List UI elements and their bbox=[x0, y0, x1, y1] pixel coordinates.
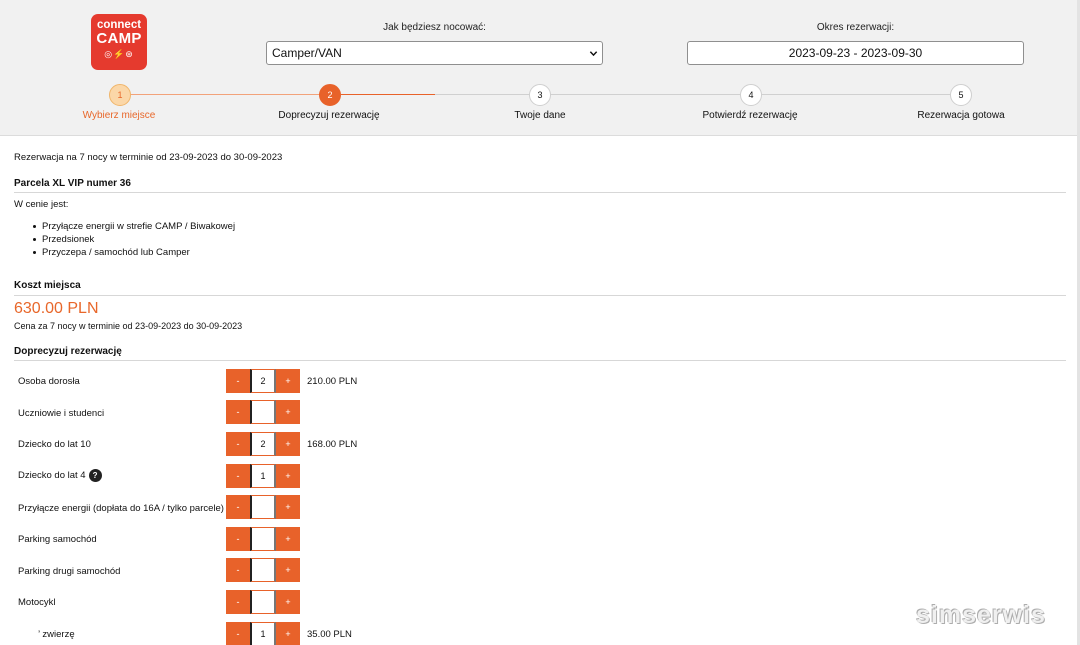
watermark: simserwis bbox=[916, 601, 1046, 629]
accommodation-label: Jak będziesz nocować: bbox=[383, 22, 486, 33]
booking-header: connect CAMP ◎⚡⊛ Jak będziesz nocować: C… bbox=[0, 0, 1078, 136]
quantity-stepper-child-4: - + bbox=[226, 464, 300, 488]
connect-camp-logo[interactable]: connect CAMP ◎⚡⊛ bbox=[91, 14, 147, 70]
row-label-students: Uczniowie i studenci bbox=[18, 408, 105, 419]
quantity-stepper-power: - + bbox=[226, 495, 300, 519]
decrement-button[interactable]: - bbox=[226, 590, 250, 614]
decrement-button[interactable]: - bbox=[226, 495, 250, 519]
row-price-child-10: 168.00 PLN bbox=[307, 439, 358, 450]
step-5-circle: 5 bbox=[950, 84, 972, 106]
row-price-pet: 35.00 PLN bbox=[307, 629, 352, 640]
row-label-child-4: Dziecko do lat 4? bbox=[18, 469, 102, 482]
increment-button[interactable]: + bbox=[276, 622, 300, 645]
row-label-motorcycle: Motocykl bbox=[18, 597, 56, 608]
decrement-button[interactable]: - bbox=[226, 622, 250, 645]
stepper-line-pending bbox=[435, 94, 960, 95]
quantity-input[interactable] bbox=[250, 622, 276, 645]
list-item: Przyłącze energii w strefie CAMP / Biwak… bbox=[33, 220, 235, 233]
increment-button[interactable]: + bbox=[276, 558, 300, 582]
quantity-stepper-parking-second: - + bbox=[226, 558, 300, 582]
decrement-button[interactable]: - bbox=[226, 527, 250, 551]
chevron-down-icon bbox=[589, 51, 598, 57]
quantity-stepper-motorcycle: - + bbox=[226, 590, 300, 614]
list-item: Przedsionek bbox=[33, 233, 235, 246]
step-4-circle: 4 bbox=[740, 84, 762, 106]
included-label: W cenie jest: bbox=[14, 199, 69, 210]
row-label-parking: Parking samochód bbox=[18, 534, 97, 545]
increment-button[interactable]: + bbox=[276, 400, 300, 424]
step-4-label: Potwierdź rezerwację bbox=[702, 110, 798, 121]
included-list: Przyłącze energii w strefie CAMP / Biwak… bbox=[33, 220, 235, 259]
pitch-title: Parcela XL VIP numer 36 bbox=[14, 178, 131, 189]
step-1-label[interactable]: Wybierz miejsce bbox=[19, 110, 219, 121]
accommodation-selected-value: Camper/VAN bbox=[272, 46, 342, 60]
increment-button[interactable]: + bbox=[276, 464, 300, 488]
quantity-stepper-students: - + bbox=[226, 400, 300, 424]
quantity-input[interactable] bbox=[250, 590, 276, 614]
reservation-summary: Rezerwacja na 7 nocy w terminie od 23-09… bbox=[14, 152, 283, 163]
divider bbox=[14, 295, 1066, 296]
quantity-input[interactable] bbox=[250, 369, 276, 393]
quantity-stepper-parking: - + bbox=[226, 527, 300, 551]
list-item: Przyczepa / samochód lub Camper bbox=[33, 246, 235, 259]
quantity-stepper-adult: - + bbox=[226, 369, 300, 393]
row-label-parking-second: Parking drugi samochód bbox=[18, 566, 121, 577]
row-label-text: Dziecko do lat 4 bbox=[18, 470, 86, 482]
decrement-button[interactable]: - bbox=[226, 558, 250, 582]
row-label-child-10: Dziecko do lat 10 bbox=[18, 439, 91, 450]
period-label: Okres rezerwacji: bbox=[816, 22, 895, 33]
quantity-input[interactable] bbox=[250, 400, 276, 424]
period-date-range-input[interactable]: 2023-09-23 - 2023-09-30 bbox=[687, 41, 1024, 65]
step-1-circle[interactable]: 1 bbox=[109, 84, 131, 106]
increment-button[interactable]: + bbox=[276, 369, 300, 393]
step-2-label: Doprecyzuj rezerwację bbox=[278, 110, 380, 121]
increment-button[interactable]: + bbox=[276, 432, 300, 456]
refine-title: Doprecyzuj rezerwację bbox=[14, 346, 122, 357]
stepper-line-progress bbox=[341, 94, 435, 95]
quantity-stepper-child-10: - + bbox=[226, 432, 300, 456]
increment-button[interactable]: + bbox=[276, 527, 300, 551]
stepper-line-completed bbox=[130, 94, 320, 95]
divider bbox=[14, 192, 1066, 193]
logo-icons: ◎⚡⊛ bbox=[104, 49, 134, 59]
quantity-input[interactable] bbox=[250, 527, 276, 551]
row-label-pet: ’ zwierzę bbox=[38, 629, 75, 640]
step-3-label: Twoje dane bbox=[514, 110, 566, 121]
accommodation-select[interactable]: Camper/VAN bbox=[266, 41, 603, 65]
increment-button[interactable]: + bbox=[276, 495, 300, 519]
cost-title: Koszt miejsca bbox=[14, 280, 81, 291]
logo-text-camp: CAMP bbox=[96, 30, 142, 47]
divider bbox=[14, 360, 1066, 361]
quantity-input[interactable] bbox=[250, 495, 276, 519]
decrement-button[interactable]: - bbox=[226, 464, 250, 488]
quantity-input[interactable] bbox=[250, 464, 276, 488]
increment-button[interactable]: + bbox=[276, 590, 300, 614]
step-2-circle: 2 bbox=[319, 84, 341, 106]
row-label-adult: Osoba dorosła bbox=[18, 376, 80, 387]
quantity-stepper-pet: - + bbox=[226, 622, 300, 645]
row-label-power: Przyłącze energii (dopłata do 16A / tylk… bbox=[18, 503, 224, 514]
step-5-label: Rezerwacja gotowa bbox=[917, 110, 1005, 121]
quantity-input[interactable] bbox=[250, 558, 276, 582]
step-3-circle: 3 bbox=[529, 84, 551, 106]
decrement-button[interactable]: - bbox=[226, 432, 250, 456]
row-price-adult: 210.00 PLN bbox=[307, 376, 358, 387]
quantity-input[interactable] bbox=[250, 432, 276, 456]
decrement-button[interactable]: - bbox=[226, 400, 250, 424]
price-note: Cena za 7 nocy w terminie od 23-09-2023 … bbox=[14, 321, 243, 331]
help-icon[interactable]: ? bbox=[88, 469, 102, 482]
pitch-price: 630.00 PLN bbox=[14, 300, 99, 317]
decrement-button[interactable]: - bbox=[226, 369, 250, 393]
